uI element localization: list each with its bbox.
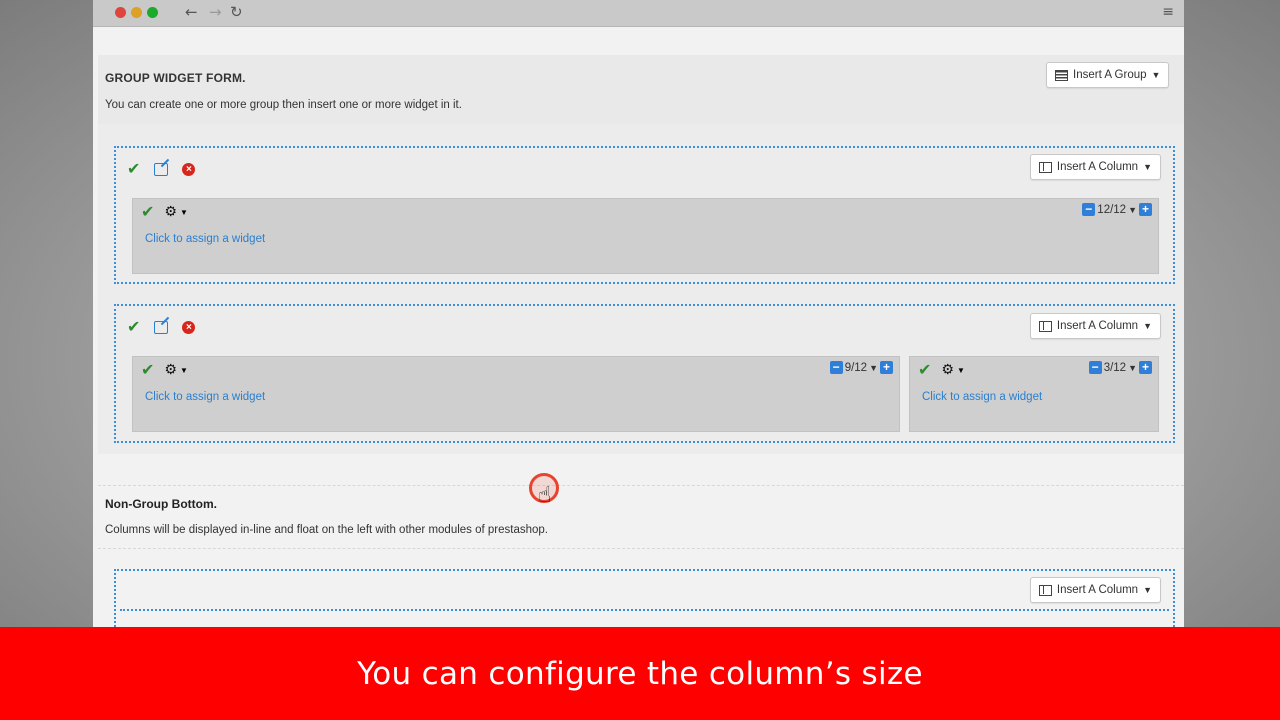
columns-icon xyxy=(1038,161,1052,173)
column-size-control: − 12/12 ▼ + xyxy=(1082,203,1152,216)
close-window-button[interactable] xyxy=(115,7,126,18)
assign-widget-link[interactable]: Click to assign a widget xyxy=(145,391,265,403)
inner-dotted-border xyxy=(120,609,1169,611)
page-content: GROUP WIDGET FORM. You can create one or… xyxy=(93,27,1184,639)
hand-cursor-icon: ☝ xyxy=(538,483,552,508)
check-icon[interactable]: ✔ xyxy=(918,362,931,378)
minus-icon[interactable]: − xyxy=(1088,361,1102,374)
divider xyxy=(98,548,1184,549)
edit-icon[interactable] xyxy=(154,320,169,334)
forward-arrow-icon[interactable]: → xyxy=(209,3,222,21)
insert-column-label: Insert A Column xyxy=(1056,584,1139,596)
gear-icon[interactable]: ⚙ xyxy=(941,362,954,378)
gear-icon[interactable]: ⚙ xyxy=(164,362,177,378)
gear-icon[interactable]: ⚙ xyxy=(164,204,177,220)
minus-icon[interactable]: − xyxy=(829,361,843,374)
minus-icon[interactable]: − xyxy=(1082,203,1096,216)
chevron-down-icon: ▼ xyxy=(1143,162,1152,172)
chevron-down-icon[interactable]: ▼ xyxy=(1128,363,1137,373)
column-size-control: − 3/12 ▼ + xyxy=(1088,361,1152,374)
remove-icon[interactable]: × xyxy=(182,320,196,334)
column-size-control: − 9/12 ▼ + xyxy=(829,361,893,374)
column-size-value[interactable]: 9/12 xyxy=(845,362,867,374)
widget-group: ✔ × Insert A Column ▼ ✔ ⚙ ▼ − 9/12 ▼ + C… xyxy=(114,304,1175,443)
list-icon xyxy=(1055,69,1068,81)
check-icon[interactable]: ✔ xyxy=(127,161,140,177)
widget-group: ✔ × Insert A Column ▼ ✔ ⚙ ▼ − 12/12 ▼ + … xyxy=(114,146,1175,284)
chevron-down-icon[interactable]: ▼ xyxy=(869,363,878,373)
edit-icon[interactable] xyxy=(154,162,169,176)
insert-group-label: Insert A Group xyxy=(1073,69,1147,81)
minimize-window-button[interactable] xyxy=(131,7,142,18)
widget-column: ✔ ⚙ ▼ − 3/12 ▼ + Click to assign a widge… xyxy=(909,356,1159,432)
plus-icon[interactable]: + xyxy=(1139,361,1152,374)
check-icon[interactable]: ✔ xyxy=(141,362,154,378)
check-icon[interactable]: ✔ xyxy=(141,204,154,220)
widget-column: ✔ ⚙ ▼ − 12/12 ▼ + Click to assign a widg… xyxy=(132,198,1159,274)
caption-bar: You can configure the column’s size xyxy=(0,627,1280,720)
maximize-window-button[interactable] xyxy=(147,7,158,18)
chevron-down-icon: ▼ xyxy=(1143,321,1152,331)
non-group-bottom-title: Non-Group Bottom. xyxy=(105,497,217,511)
reload-icon[interactable]: ↻ xyxy=(230,3,243,21)
chevron-down-icon[interactable]: ▼ xyxy=(180,208,188,217)
insert-column-button[interactable]: Insert A Column ▼ xyxy=(1029,313,1161,339)
group-widget-description: You can create one or more group then in… xyxy=(105,99,462,111)
remove-icon[interactable]: × xyxy=(182,162,196,176)
column-size-value[interactable]: 12/12 xyxy=(1097,204,1126,216)
chevron-down-icon[interactable]: ▼ xyxy=(180,366,188,375)
column-size-value[interactable]: 3/12 xyxy=(1104,362,1126,374)
caption-text: You can configure the column’s size xyxy=(357,655,923,692)
columns-icon xyxy=(1038,320,1052,332)
plus-icon[interactable]: + xyxy=(1139,203,1152,216)
chevron-down-icon: ▼ xyxy=(1151,70,1161,80)
chevron-down-icon: ▼ xyxy=(1143,585,1152,595)
check-icon[interactable]: ✔ xyxy=(127,319,140,335)
browser-toolbar: ← → ↻ ≡ xyxy=(93,0,1184,27)
widget-column: ✔ ⚙ ▼ − 9/12 ▼ + Click to assign a widge… xyxy=(132,356,900,432)
assign-widget-link[interactable]: Click to assign a widget xyxy=(922,391,1042,403)
insert-column-label: Insert A Column xyxy=(1056,161,1139,173)
chevron-down-icon[interactable]: ▼ xyxy=(957,366,965,375)
columns-icon xyxy=(1038,584,1052,596)
chevron-down-icon[interactable]: ▼ xyxy=(1128,205,1137,215)
group-widget-title: GROUP WIDGET FORM. xyxy=(105,71,246,85)
menu-icon[interactable]: ≡ xyxy=(1162,4,1174,20)
plus-icon[interactable]: + xyxy=(880,361,893,374)
non-group-bottom-description: Columns will be displayed in-line and fl… xyxy=(105,524,548,536)
divider xyxy=(98,485,1184,486)
back-arrow-icon[interactable]: ← xyxy=(185,3,198,21)
insert-column-button[interactable]: Insert A Column ▼ xyxy=(1029,577,1161,603)
insert-group-button[interactable]: Insert A Group ▼ xyxy=(1046,62,1170,88)
insert-column-label: Insert A Column xyxy=(1056,320,1139,332)
assign-widget-link[interactable]: Click to assign a widget xyxy=(145,233,265,245)
insert-column-button[interactable]: Insert A Column ▼ xyxy=(1029,154,1161,180)
